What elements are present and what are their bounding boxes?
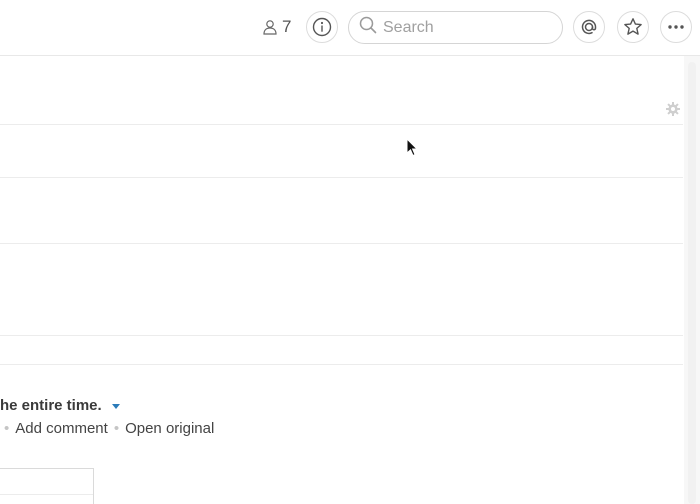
channel-details-button[interactable]	[306, 11, 338, 43]
search-icon	[359, 16, 377, 39]
scrollbar-thumb[interactable]	[688, 62, 696, 504]
more-actions-button[interactable]	[660, 11, 692, 43]
mentions-button[interactable]	[573, 11, 605, 43]
mentions-icon	[579, 17, 599, 37]
separator: •	[4, 420, 10, 437]
member-count: 7	[282, 17, 292, 36]
divider	[0, 124, 683, 125]
attachment-preview[interactable]	[0, 468, 94, 504]
info-icon	[312, 17, 332, 37]
separator: •	[113, 420, 120, 437]
more-icon	[667, 24, 685, 30]
star-icon	[623, 17, 643, 37]
member-icon	[262, 19, 278, 35]
divider	[0, 177, 683, 178]
divider	[0, 364, 683, 365]
chevron-down-icon[interactable]	[111, 403, 120, 409]
divider	[0, 335, 683, 336]
message-text: he entire time.	[0, 397, 120, 414]
attachment-divider	[0, 494, 93, 495]
mouse-cursor-icon	[406, 137, 420, 163]
search-input[interactable]	[383, 18, 543, 37]
divider	[0, 243, 683, 244]
open-original-link[interactable]: Open original	[125, 420, 214, 437]
channel-header: 7	[0, 0, 700, 56]
gear-icon[interactable]	[665, 101, 681, 122]
message-body: he entire time.	[0, 397, 102, 414]
app-window: 7 Search he entire time. • Add comment •…	[0, 0, 700, 504]
message-actions: • Add comment • Open original	[0, 420, 214, 437]
search-box[interactable]	[348, 11, 563, 44]
member-count-button[interactable]: 7	[262, 15, 291, 39]
star-button[interactable]	[617, 11, 649, 43]
add-comment-link[interactable]: Add comment	[15, 420, 108, 437]
